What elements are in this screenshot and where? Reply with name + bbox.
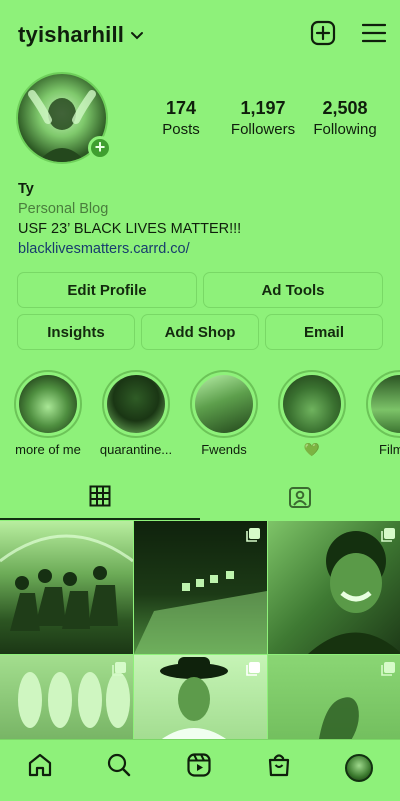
- insights-button[interactable]: Insights: [17, 314, 135, 350]
- multiple-photos-icon: [246, 662, 260, 676]
- post-thumbnail[interactable]: [134, 521, 267, 654]
- post-thumbnail[interactable]: [268, 521, 400, 654]
- stat-value: 1,197: [240, 98, 286, 118]
- shop-icon[interactable]: [266, 752, 292, 783]
- profile-actions-row-2: Insights Add Shop Email: [17, 314, 383, 350]
- highlight-label: more of me: [15, 442, 81, 457]
- stat-label: Posts: [162, 121, 200, 138]
- profile-avatar[interactable]: [345, 753, 374, 782]
- highlight-item[interactable]: Film ca: [366, 370, 400, 460]
- add-story-badge[interactable]: +: [88, 136, 112, 160]
- display-name: Ty: [18, 181, 34, 197]
- highlight-label: Fwends: [201, 442, 247, 457]
- email-button[interactable]: Email: [265, 314, 383, 350]
- profile-avatar-wrapper[interactable]: +: [16, 72, 112, 164]
- stat-followers[interactable]: 1,197 Followers: [222, 98, 304, 138]
- menu-icon[interactable]: [361, 23, 387, 48]
- home-icon[interactable]: [27, 752, 53, 783]
- grid-icon: [89, 485, 111, 512]
- tab-grid[interactable]: [0, 478, 200, 520]
- highlight-item[interactable]: 💚: [278, 370, 346, 460]
- post-thumbnail[interactable]: [0, 521, 133, 654]
- stat-value: 174: [165, 98, 197, 118]
- reels-icon[interactable]: [186, 752, 212, 783]
- multiple-photos-icon: [381, 528, 395, 542]
- highlight-cover: [278, 370, 346, 438]
- multiple-photos-icon: [381, 662, 395, 676]
- highlight-label: Film ca: [379, 442, 400, 457]
- highlight-item[interactable]: more of me: [14, 370, 82, 460]
- profile-actions-row-1: Edit Profile Ad Tools: [17, 272, 383, 308]
- chevron-down-icon[interactable]: [130, 28, 144, 46]
- profile-tabs: [0, 478, 400, 520]
- profile-category: Personal Blog: [18, 201, 109, 217]
- bottom-navigation: [0, 739, 400, 801]
- bio-text: USF 23’ BLACK LIVES MATTER!!!: [18, 221, 242, 237]
- stat-value: 2,508: [322, 98, 368, 118]
- highlight-label: quarantine...: [99, 442, 173, 457]
- add-shop-button[interactable]: Add Shop: [141, 314, 259, 350]
- stat-label: Followers: [230, 121, 296, 138]
- tab-tagged[interactable]: [200, 478, 400, 520]
- tagged-icon: [288, 485, 312, 514]
- highlight-cover: [102, 370, 170, 438]
- stat-label: Following: [313, 121, 377, 138]
- profile-bio: Ty Personal Blog USF 23’ BLACK LIVES MAT…: [18, 179, 382, 259]
- edit-profile-button[interactable]: Edit Profile: [17, 272, 197, 308]
- group-photo-art: [0, 534, 133, 631]
- bio-link[interactable]: blacklivesmatters.carrd.co/: [18, 239, 382, 259]
- highlight-cover: [14, 370, 82, 438]
- new-post-icon[interactable]: [310, 20, 336, 51]
- username-title[interactable]: tyisharhill: [18, 22, 124, 48]
- multiple-photos-icon: [112, 662, 126, 676]
- stat-posts[interactable]: 174 Posts: [140, 98, 222, 138]
- top-bar: tyisharhill: [18, 18, 387, 52]
- highlight-item[interactable]: quarantine...: [100, 370, 172, 460]
- stat-following[interactable]: 2,508 Following: [304, 98, 386, 138]
- profile-stats: 174 Posts 1,197 Followers 2,508 Followin…: [140, 98, 386, 138]
- highlight-cover: [366, 370, 400, 438]
- ad-tools-button[interactable]: Ad Tools: [203, 272, 383, 308]
- multiple-photos-icon: [246, 528, 260, 542]
- story-highlights: more of me quarantine... Fwends 💚 Film c…: [14, 370, 400, 460]
- highlight-cover: [190, 370, 258, 438]
- highlight-item[interactable]: Fwends: [190, 370, 258, 460]
- highlight-label: 💚: [303, 442, 321, 457]
- search-icon[interactable]: [106, 752, 132, 783]
